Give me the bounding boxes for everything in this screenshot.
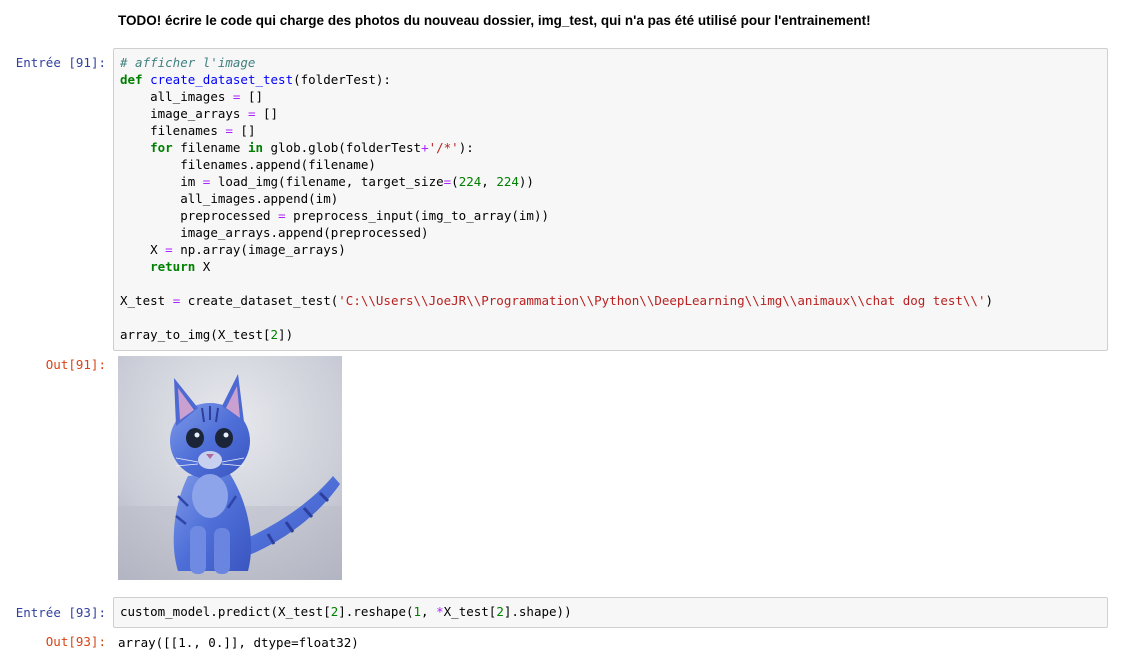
code-operator: *	[436, 604, 444, 619]
code-text: glob.glob(folderTest	[263, 140, 422, 155]
kw-in: in	[247, 140, 264, 155]
kw-return: return	[150, 259, 196, 274]
code-editor-91[interactable]: # afficher l'image def create_dataset_te…	[114, 49, 1107, 347]
input-prompt-93: Entrée [93]:	[15, 605, 106, 620]
kw-def: def	[120, 72, 143, 87]
code-string: 'C:\\Users\\JoeJR\\Programmation\\Python…	[338, 293, 986, 308]
code-text: []	[232, 123, 256, 138]
code-text: image_arrays	[150, 106, 248, 121]
code-editor-93[interactable]: custom_model.predict(X_test[ 2 ].reshape(1…	[114, 598, 1107, 624]
code-text: np.array(image_arrays)	[172, 242, 346, 257]
prediction-output: array([[1., 0.]], dtype=float32)	[118, 635, 359, 650]
output-prompt-93: Out[93]:	[45, 634, 106, 649]
kw-for: for	[150, 140, 173, 155]
cat-image-output	[118, 356, 342, 580]
output-prompt-91: Out[91]:	[45, 357, 106, 372]
code-number: 224	[458, 174, 482, 189]
code-text: []	[255, 106, 279, 121]
code-text: []	[240, 89, 264, 104]
code-text: im	[180, 174, 203, 189]
code-number: 1	[413, 604, 422, 619]
code-operator: +	[421, 140, 429, 155]
code-text: load_img(filename, target_size	[210, 174, 444, 189]
kitten-photo-image	[118, 356, 342, 580]
code-text: ])	[278, 327, 294, 342]
code-text: filenames.append(filename)	[180, 157, 376, 172]
code-number: 2	[496, 604, 504, 619]
function-name: create_dataset_test	[150, 72, 294, 87]
code-text: ].shape))	[503, 604, 572, 619]
code-text: array_to_img(X_test[	[120, 327, 271, 342]
code-text: )	[985, 293, 994, 308]
code-text: ,	[421, 604, 437, 619]
code-text: ,	[481, 174, 497, 189]
code-cell-93[interactable]: custom_model.predict(X_test[ 2 ].reshape(1…	[113, 597, 1108, 628]
input-prompt-91: Entrée [91]:	[15, 55, 106, 70]
code-text: preprocessed	[180, 208, 279, 223]
code-text: filename	[172, 140, 248, 155]
code-number: 2	[270, 327, 279, 342]
code-text: X_test	[120, 293, 173, 308]
code-text: all_images	[150, 89, 233, 104]
markdown-todo-text: TODO! écrire le code qui charge des phot…	[118, 13, 871, 28]
code-text: ))	[518, 174, 534, 189]
code-comment: # afficher l'image	[120, 55, 256, 70]
code-operator: =	[225, 123, 233, 138]
code-text: X_test[	[443, 604, 497, 619]
code-number: 224	[496, 174, 519, 189]
code-text: filenames	[150, 123, 226, 138]
code-operator: =	[278, 208, 286, 223]
code-cell-91[interactable]: # afficher l'image def create_dataset_te…	[113, 48, 1108, 351]
code-text: custom_model.predict(X_test[	[120, 604, 331, 619]
code-text: preprocess_input(img_to_array(im))	[285, 208, 549, 223]
code-text: ].reshape(	[338, 604, 414, 619]
code-text: all_images.append(im)	[180, 191, 339, 206]
code-text: (	[451, 174, 459, 189]
code-text: (folderTest):	[293, 72, 391, 87]
code-text: image_arrays.append(preprocessed)	[180, 225, 429, 240]
code-text: ):	[458, 140, 474, 155]
code-operator: =	[165, 242, 173, 257]
code-string: '/*'	[428, 140, 459, 155]
code-text: X	[195, 259, 211, 274]
code-text: X	[150, 242, 166, 257]
code-text: create_dataset_test(	[180, 293, 339, 308]
